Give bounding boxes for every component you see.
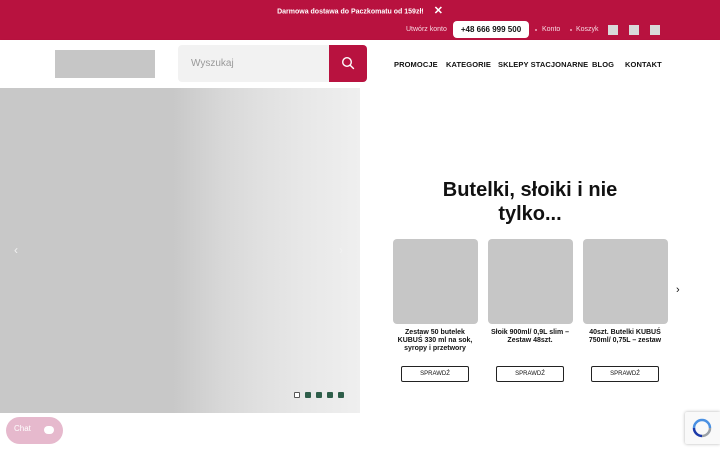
main-header: Wyszukaj PROMOCJE KATEGORIE SKLEPY STACJ… xyxy=(0,40,720,88)
promo-text: Darmowa dostawa do Paczkomatu od 159zł! xyxy=(277,8,424,16)
promo-banner: Darmowa dostawa do Paczkomatu od 159zł! … xyxy=(0,5,720,18)
check-product-button[interactable]: SPRAWDŹ xyxy=(496,366,564,382)
product-name-line: 40szt. Butelki KUBUŚ xyxy=(589,329,661,336)
product-image[interactable] xyxy=(488,239,573,324)
recaptcha-badge[interactable] xyxy=(685,412,720,444)
chat-widget-button[interactable]: Chat xyxy=(6,417,63,444)
separator-dot xyxy=(535,29,537,31)
chevron-left-icon[interactable]: ‹ xyxy=(14,243,18,257)
create-account-link[interactable]: Utwórz konto xyxy=(406,22,447,38)
search-icon xyxy=(341,56,355,70)
product-name[interactable]: Zestaw 50 butelek KUBUŚ 330 ml na sok, s… xyxy=(391,329,479,353)
chat-label: Chat xyxy=(14,424,31,433)
search-button[interactable] xyxy=(329,45,367,82)
social-icon-placeholder[interactable] xyxy=(650,25,660,35)
hero-title-line: Butelki, słoiki i nie xyxy=(442,179,618,201)
product-name[interactable]: Słoik 900ml/ 0,9L slim – Zestaw 48szt. xyxy=(486,329,574,345)
social-icon-placeholder[interactable] xyxy=(608,25,618,35)
product-name-line: 750ml/ 0,75L – zestaw xyxy=(588,337,662,344)
cart-link[interactable]: Koszyk xyxy=(576,22,599,38)
product-image[interactable] xyxy=(583,239,668,324)
search-input[interactable]: Wyszukaj xyxy=(178,45,330,82)
chevron-right-icon[interactable]: › xyxy=(676,284,680,296)
phone-button[interactable]: +48 666 999 500 xyxy=(453,21,529,38)
separator-dot xyxy=(570,29,572,31)
chevron-right-icon[interactable]: › xyxy=(339,243,343,257)
slider-dot-active[interactable] xyxy=(294,392,300,398)
product-name-line: Zestaw 50 butelek xyxy=(405,329,465,336)
product-image[interactable] xyxy=(393,239,478,324)
social-icon-placeholder[interactable] xyxy=(629,25,639,35)
product-name-line: KUBUŚ 330 ml na sok, xyxy=(397,337,473,344)
slider-dot[interactable] xyxy=(338,392,344,398)
slider-dot[interactable] xyxy=(316,392,322,398)
product-name-line: syropy i przetwory xyxy=(404,345,466,352)
slider-dot[interactable] xyxy=(327,392,333,398)
hero-title: Butelki, słoiki i nie tylko... xyxy=(375,178,685,226)
top-bar: Darmowa dostawa do Paczkomatu od 159zł! … xyxy=(0,0,720,40)
product-name-line: Zestaw 48szt. xyxy=(507,337,553,344)
close-icon[interactable]: ✕ xyxy=(434,4,443,17)
logo[interactable] xyxy=(55,50,155,78)
chat-bubble-icon xyxy=(44,426,54,434)
hero-title-line: tylko... xyxy=(498,203,562,225)
product-name-line: Słoik 900ml/ 0,9L slim – xyxy=(490,329,570,336)
nav-kategorie[interactable]: KATEGORIE xyxy=(446,60,491,69)
nav-kontakt[interactable]: KONTAKT xyxy=(625,60,662,69)
nav-promocje[interactable]: PROMOCJE xyxy=(394,60,438,69)
hero-slider xyxy=(0,88,360,413)
account-link[interactable]: Konto xyxy=(542,22,560,38)
check-product-button[interactable]: SPRAWDŹ xyxy=(401,366,469,382)
check-product-button[interactable]: SPRAWDŹ xyxy=(591,366,659,382)
nav-sklepy-stacjonarne[interactable]: SKLEPY STACJONARNE xyxy=(498,60,588,69)
product-name[interactable]: 40szt. Butelki KUBUŚ 750ml/ 0,75L – zest… xyxy=(581,329,669,345)
recaptcha-icon xyxy=(692,418,712,438)
nav-blog[interactable]: BLOG xyxy=(592,60,614,69)
slider-dot[interactable] xyxy=(305,392,311,398)
